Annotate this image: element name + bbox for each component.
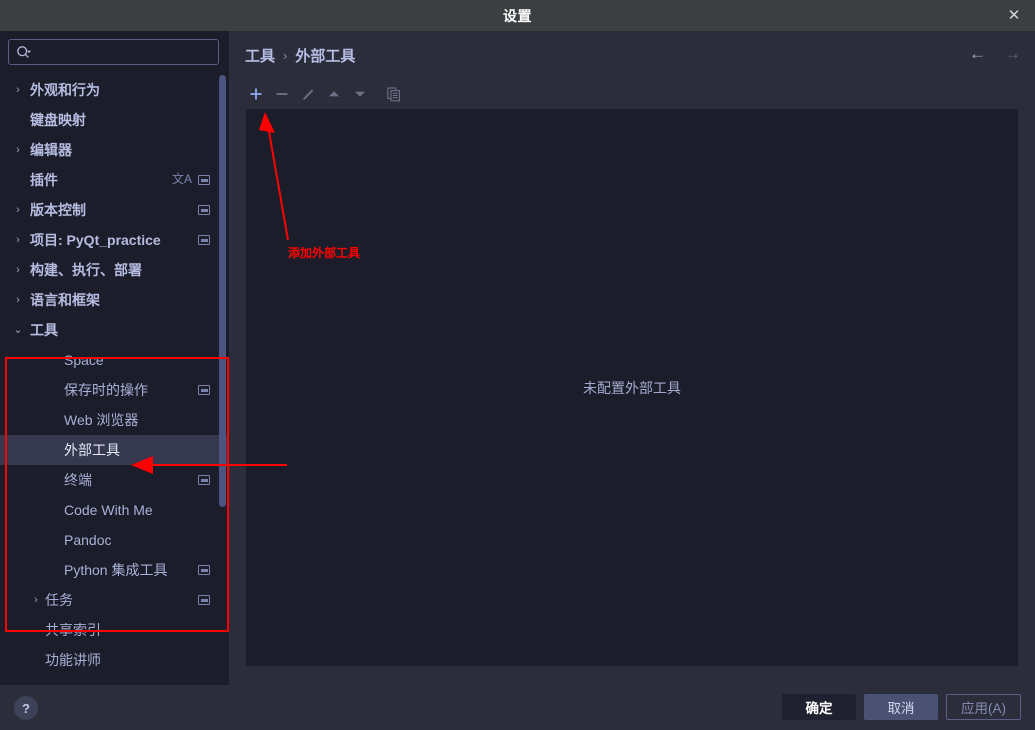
sidebar-item-17[interactable]: › 任务: [0, 585, 229, 615]
settings-sync-badge-icon: [198, 475, 210, 485]
sidebar-item-label: 编辑器: [30, 142, 72, 158]
sidebar-item-1[interactable]: 键盘映射: [0, 105, 229, 135]
sidebar-item-label: 项目: PyQt_practice: [30, 232, 161, 248]
sidebar-item-label: 构建、执行、部署: [30, 262, 142, 278]
sidebar-item-12[interactable]: 外部工具: [0, 435, 229, 465]
empty-state-message: 未配置外部工具: [583, 379, 681, 396]
sidebar-item-label: Pandoc: [64, 532, 112, 548]
sidebar-item-8[interactable]: ⌄ 工具: [0, 315, 229, 345]
search-icon: [17, 46, 31, 58]
settings-sync-badge-icon: [198, 595, 210, 605]
sidebar-item-label: Space: [64, 352, 104, 368]
dialog-buttons: 确定 取消 应用(A): [782, 694, 1021, 720]
arrow-down-icon: [355, 91, 365, 97]
breadcrumb: 工具 › 外部工具: [245, 45, 355, 66]
copy-icon: [387, 86, 401, 101]
sidebar-item-label: 外部工具: [64, 442, 120, 458]
sidebar-item-15[interactable]: Pandoc: [0, 525, 229, 555]
sidebar-item-14[interactable]: Code With Me: [0, 495, 229, 525]
sidebar-item-label: 共享索引: [45, 622, 101, 638]
dialog-button-0[interactable]: 确定: [782, 694, 856, 720]
breadcrumb-current: 外部工具: [295, 48, 356, 65]
help-button[interactable]: ?: [14, 696, 38, 720]
chevron-right-icon[interactable]: ›: [12, 264, 24, 276]
copy-tool-button[interactable]: [381, 81, 407, 107]
sidebar-item-11[interactable]: Web 浏览器: [0, 405, 229, 435]
add-tool-button[interactable]: [243, 81, 269, 107]
sidebar-scrollbar-track[interactable]: [219, 75, 228, 685]
sidebar-item-19[interactable]: 功能讲师: [0, 645, 229, 675]
settings-dialog: › 外观和行为键盘映射 › 编辑器插件 文A › 版本控制 › 项目: PyQt_practic…: [0, 31, 1035, 730]
chevron-right-icon[interactable]: ›: [12, 294, 24, 306]
sidebar-item-label: Python 集成工具: [64, 562, 168, 578]
dialog-footer: ? 确定 取消 应用(A): [0, 685, 1035, 730]
chevron-right-icon[interactable]: ›: [12, 84, 24, 96]
chevron-right-icon[interactable]: ›: [30, 594, 42, 606]
close-icon[interactable]: ✕: [993, 0, 1035, 31]
sidebar-item-13[interactable]: 终端: [0, 465, 229, 495]
sidebar-item-16[interactable]: Python 集成工具: [0, 555, 229, 585]
chevron-right-icon[interactable]: ›: [12, 234, 24, 246]
window-titlebar: 设置 ✕: [0, 0, 1035, 31]
plus-icon: [250, 88, 262, 100]
sidebar-item-label: 外观和行为: [30, 82, 100, 98]
sidebar-item-label: 版本控制: [30, 202, 86, 218]
back-arrow-icon[interactable]: ←: [969, 45, 986, 62]
settings-sync-badge-icon: [198, 565, 210, 575]
sidebar-item-5[interactable]: › 项目: PyQt_practice: [0, 225, 229, 255]
settings-sync-badge-icon: [198, 385, 210, 395]
sidebar-item-6[interactable]: › 构建、执行、部署: [0, 255, 229, 285]
external-tools-list-panel[interactable]: 未配置外部工具: [246, 109, 1018, 666]
sidebar-item-label: Web 浏览器: [64, 412, 139, 428]
settings-sync-badge-icon: [198, 235, 210, 245]
settings-content-pane: 工具 › 外部工具 ← → 未配置外部工具: [229, 31, 1035, 685]
pencil-icon: [302, 89, 313, 100]
external-tools-toolbar: [243, 81, 407, 107]
edit-tool-button[interactable]: [295, 81, 321, 107]
chevron-down-icon[interactable]: ⌄: [12, 324, 24, 336]
sidebar-item-label: 语言和框架: [30, 292, 100, 308]
remove-tool-button[interactable]: [269, 81, 295, 107]
sidebar-item-label: 插件: [30, 172, 58, 188]
settings-sync-badge-icon: [198, 205, 210, 215]
sidebar-item-10[interactable]: 保存时的操作: [0, 375, 229, 405]
nav-arrows: ← →: [969, 45, 1021, 62]
sidebar-item-label: Code With Me: [64, 502, 153, 518]
sidebar-item-label: 任务: [45, 592, 73, 608]
window-title: 设置: [503, 7, 532, 24]
move-up-button[interactable]: [321, 81, 347, 107]
sidebar-item-label: 键盘映射: [30, 112, 86, 128]
minus-icon: [276, 93, 288, 95]
sidebar-scrollbar-thumb[interactable]: [219, 75, 226, 507]
search-input[interactable]: [8, 39, 219, 65]
settings-sidebar: › 外观和行为键盘映射 › 编辑器插件 文A › 版本控制 › 项目: PyQt_practic…: [0, 31, 229, 685]
chevron-right-icon[interactable]: ›: [12, 144, 24, 156]
chevron-right-icon[interactable]: ›: [12, 204, 24, 216]
dialog-button-1[interactable]: 取消: [864, 694, 938, 720]
forward-arrow-icon[interactable]: →: [1004, 45, 1021, 62]
settings-sync-badge-icon: [198, 175, 210, 185]
sidebar-item-2[interactable]: › 编辑器: [0, 135, 229, 165]
sidebar-item-3[interactable]: 插件 文A: [0, 165, 229, 195]
breadcrumb-parent[interactable]: 工具: [245, 45, 275, 66]
sidebar-item-0[interactable]: › 外观和行为: [0, 75, 229, 105]
sidebar-item-9[interactable]: Space: [0, 345, 229, 375]
sidebar-item-label: 终端: [64, 472, 92, 488]
settings-tree[interactable]: › 外观和行为键盘映射 › 编辑器插件 文A › 版本控制 › 项目: PyQt_practic…: [0, 75, 229, 685]
breadcrumb-separator-icon: ›: [283, 48, 288, 63]
sidebar-item-4[interactable]: › 版本控制: [0, 195, 229, 225]
search-field-wrapper: [8, 39, 219, 65]
translate-icon: 文A: [171, 172, 192, 186]
sidebar-item-label: 功能讲师: [45, 652, 101, 668]
arrow-up-icon: [329, 91, 339, 97]
sidebar-item-18[interactable]: 共享索引: [0, 615, 229, 645]
sidebar-item-7[interactable]: › 语言和框架: [0, 285, 229, 315]
dialog-button-2[interactable]: 应用(A): [946, 694, 1021, 720]
move-down-button[interactable]: [347, 81, 373, 107]
sidebar-item-label: 保存时的操作: [64, 382, 148, 398]
sidebar-item-label: 工具: [30, 322, 58, 338]
